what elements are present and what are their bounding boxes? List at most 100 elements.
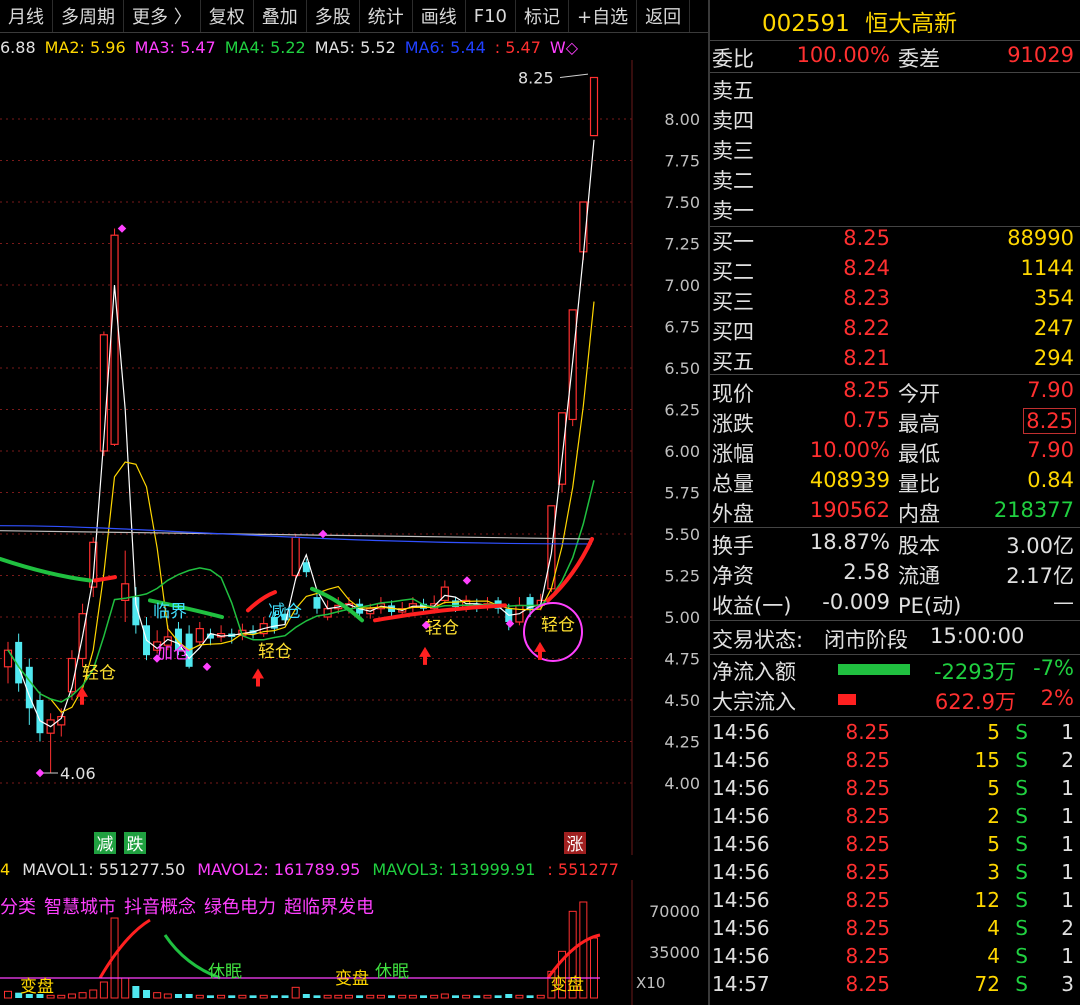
concept-tag[interactable]: 分类: [0, 897, 36, 918]
toolbar-item-8[interactable]: F10: [466, 0, 516, 32]
fund-value: 18.87%: [809, 530, 890, 554]
vol-trend-red: [546, 933, 601, 979]
tick-count: 2: [1061, 916, 1074, 940]
trend-segment: [93, 575, 117, 583]
concept-tag[interactable]: 智慧城市: [44, 897, 116, 918]
tick-price: 8.25: [845, 832, 890, 856]
stock-header: 002591 恒大高新: [710, 4, 1080, 37]
tick-count: 1: [1061, 944, 1074, 968]
volume-bar: [195, 994, 204, 999]
tick-row: 14:56 8.25 5 S 1: [710, 832, 1080, 860]
tick-time: 14:57: [712, 972, 770, 996]
vol-change-mark: 变盘: [550, 975, 584, 995]
volume-bar: [270, 995, 278, 998]
tick-volume: 3: [987, 860, 1000, 884]
price-tick-label: 5.25: [664, 567, 700, 586]
ma1-value: 6.88: [0, 37, 36, 57]
volume-bar: [259, 994, 268, 999]
up-arrow-icon: [419, 646, 431, 665]
candle: [440, 580, 449, 604]
quote-row: 总量 408939 量比 0.84: [710, 468, 1080, 497]
volume-bar: [494, 995, 502, 998]
volume-bar: [536, 994, 545, 999]
tick-time: 14:56: [712, 804, 770, 828]
quote-row: 现价 8.25 今开 7.90: [710, 378, 1080, 407]
tick-count: 1: [1061, 888, 1074, 912]
tick-volume: 12: [974, 888, 1000, 912]
toolbar-item-4[interactable]: 叠加: [254, 0, 307, 32]
tick-row: 14:56 8.25 4 S 2: [710, 916, 1080, 944]
toolbar-item-10[interactable]: +自选: [569, 0, 638, 32]
tick-price: 8.25: [845, 972, 890, 996]
tick-time: 14:56: [712, 860, 770, 884]
buy-level-label: 买四: [712, 320, 754, 344]
fund-value: -0.009: [822, 590, 890, 614]
concept-tag[interactable]: 抖音概念: [124, 897, 196, 918]
concept-tag[interactable]: 绿色电力: [204, 897, 276, 918]
kline-chart[interactable]: 8.00 7.75 7.50 7.25 7.00 6.75 6.50 6.25 6.00 5.75…: [0, 60, 708, 855]
tick-time: 14:56: [712, 832, 770, 856]
candle: [36, 691, 44, 742]
ma4-value: MA4: 5.22: [224, 37, 306, 57]
buy-level-price: 8.25: [843, 226, 890, 250]
quote-label: 今开: [898, 382, 940, 406]
price-tick-label: 5.00: [664, 608, 700, 627]
buy-level-price: 8.23: [843, 286, 890, 310]
toolbar-item-3[interactable]: 复权: [201, 0, 254, 32]
tick-price: 8.25: [845, 944, 890, 968]
tick-time: 14:56: [712, 776, 770, 800]
volume-bar: [121, 977, 130, 999]
status-value: 闭市阶段: [824, 628, 908, 652]
signal-reduce-position: 减仓: [268, 602, 302, 622]
volume-bar: [430, 994, 439, 999]
toolbar-item-2[interactable]: 更多 〉: [124, 0, 201, 32]
diamond-marker: [202, 662, 212, 672]
tick-row: 14:56 8.25 12 S 1: [710, 888, 1080, 916]
toolbar-item-6[interactable]: 统计: [360, 0, 413, 32]
tick-count: 1: [1061, 804, 1074, 828]
fund-row: 换手 18.87% 股本 3.00亿: [710, 530, 1080, 559]
candle: [568, 309, 577, 427]
tick-side: S: [1015, 916, 1028, 940]
fund-value: 2.17亿: [1006, 564, 1074, 588]
tick-time: 14:56: [712, 720, 770, 744]
sell-level-label: 卖三: [712, 139, 754, 163]
volume-bar: [238, 994, 247, 999]
concept-tag[interactable]: 超临界发电: [284, 897, 374, 918]
ma5-value: MA5: 5.52: [314, 37, 396, 57]
sell-level-label: 卖二: [712, 169, 754, 193]
candle: [195, 621, 204, 646]
toolbar-item-7[interactable]: 画线: [413, 0, 466, 32]
ma-extra[interactable]: W◇: [550, 38, 578, 57]
diamond-marker: [318, 529, 328, 539]
tick-volume: 4: [987, 916, 1000, 940]
fund-label: PE(动): [898, 594, 962, 618]
buy-level: 买四 8.22 247: [710, 316, 1080, 345]
volume-bar: [89, 989, 98, 999]
volume-bar: [344, 994, 353, 999]
tick-row: 14:56 8.25 3 S 1: [710, 860, 1080, 888]
toolbar-item-11[interactable]: 返回: [637, 0, 691, 32]
sell-level-label: 卖四: [712, 109, 754, 133]
tick-row: 14:56 8.25 5 S 1: [710, 720, 1080, 748]
volume-bar: [143, 990, 151, 998]
volume-bar: [440, 993, 449, 999]
price-tick-label: 4.75: [664, 650, 700, 669]
volume-bar: [376, 994, 385, 999]
tick-side: S: [1015, 860, 1028, 884]
toolbar-item-9[interactable]: 标记: [516, 0, 569, 32]
diamond-marker: [117, 224, 127, 233]
fund-label: 换手: [712, 534, 754, 558]
vol-tick-label: 35000: [649, 943, 700, 962]
price-tick-label: 4.50: [664, 691, 700, 710]
toolbar-item-0[interactable]: 月线: [0, 0, 53, 32]
ma6-value: MA6: 5.44: [404, 37, 486, 57]
sell-level: 卖一: [710, 195, 1080, 224]
toolbar-item-1[interactable]: 多周期: [53, 0, 124, 32]
svg-text:跌: 跌: [127, 835, 144, 855]
tick-side: S: [1015, 888, 1028, 912]
candle: [589, 76, 599, 137]
toolbar-item-5[interactable]: 多股: [307, 0, 360, 32]
ma3-value: MA3: 5.47: [134, 37, 216, 57]
candle: [515, 597, 524, 626]
